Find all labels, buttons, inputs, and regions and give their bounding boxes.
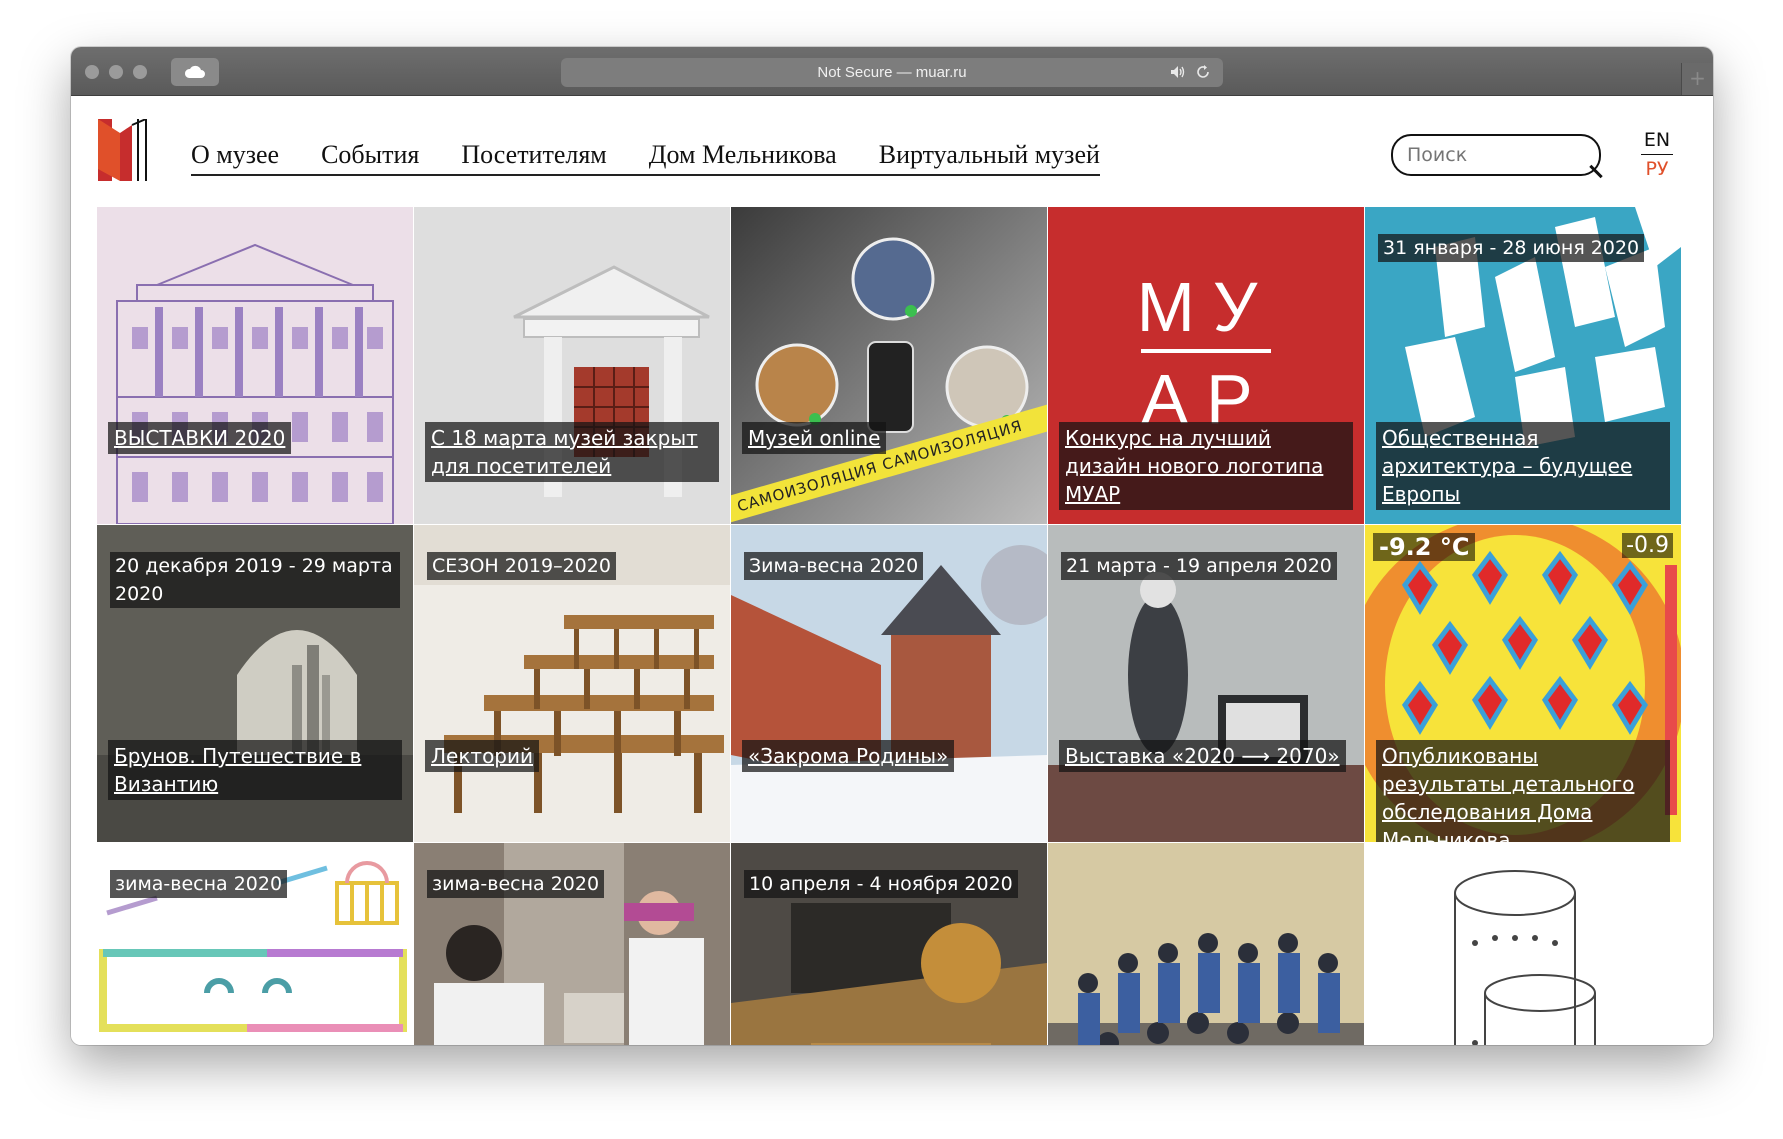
- tile-exhibitions-2020[interactable]: ВЫСТАВКИ 2020: [97, 207, 413, 524]
- nav-item-events[interactable]: События: [300, 136, 440, 174]
- muar-text-logo: МУ АР: [1136, 268, 1276, 438]
- browser-titlebar: Not Secure — muar.ru +: [71, 47, 1713, 96]
- tile-date: зима-весна 2020: [110, 870, 288, 898]
- tile-date: СЕЗОН 2019–2020: [427, 552, 616, 580]
- tile-caption[interactable]: Выставка «2020 ⟶ 2070»: [1059, 740, 1346, 772]
- tile-caption[interactable]: Общественная архитектура – будущее Европ…: [1376, 422, 1670, 510]
- tile-caption[interactable]: Музей online: [742, 422, 887, 454]
- tile-date: 10 апреля - 4 ноября 2020: [744, 870, 1018, 898]
- close-window-button[interactable]: [85, 65, 99, 79]
- speaker-icon[interactable]: [1169, 64, 1187, 80]
- tile-caption[interactable]: Опубликованы результаты детального обсле…: [1376, 740, 1670, 842]
- tile-melnikov-survey[interactable]: -9.2 °C -0.9 Опубликованы результаты дет…: [1365, 525, 1681, 842]
- tile-date: 31 января - 28 июня 2020: [1378, 234, 1645, 262]
- main-nav: О музее События Посетителям Дом Мельнико…: [191, 136, 1100, 176]
- icloud-tabs-button[interactable]: [171, 58, 219, 86]
- lang-en-link[interactable]: EN: [1639, 129, 1675, 151]
- tile-winter-spring-2[interactable]: зима-весна 2020: [414, 843, 730, 1045]
- nav-item-melnikov-house[interactable]: Дом Мельникова: [628, 136, 858, 174]
- tile-caption[interactable]: «Закрома Родины»: [742, 740, 955, 772]
- tile-winter-spring-1[interactable]: зима-весна 2020: [97, 843, 413, 1045]
- tile-tour-group[interactable]: [1048, 843, 1364, 1045]
- tile-date: 20 декабря 2019 - 29 марта 2020: [110, 552, 400, 608]
- tile-logo-contest[interactable]: МУ АР Конкурс на лучший дизайн нового ло…: [1048, 207, 1364, 524]
- address-bar[interactable]: Not Secure — muar.ru: [561, 58, 1223, 87]
- tile-lecture-hall[interactable]: СЕЗОН 2019–2020 Лекторий: [414, 525, 730, 842]
- nav-item-visitors[interactable]: Посетителям: [440, 136, 627, 174]
- tile-brunov[interactable]: 20 декабря 2019 - 29 марта 2020 Брунов. …: [97, 525, 413, 842]
- temperature-min: -9.2 °C: [1373, 533, 1476, 561]
- news-grid: ВЫСТАВКИ 2020 С 18 марта музей закрыт дл…: [97, 207, 1688, 1045]
- cloud-icon: [184, 65, 205, 78]
- nav-item-about[interactable]: О музее: [191, 136, 300, 174]
- tile-drawing[interactable]: [1365, 843, 1681, 1045]
- tile-caption[interactable]: Конкурс на лучший дизайн нового логотипа…: [1059, 422, 1353, 510]
- tile-exhibition-2070[interactable]: 21 марта - 19 апреля 2020 Выставка «2020…: [1048, 525, 1364, 842]
- tile-caption[interactable]: Лекторий: [425, 740, 540, 772]
- muar-logo-icon[interactable]: [98, 119, 150, 181]
- search-input[interactable]: [1391, 134, 1601, 176]
- minimize-window-button[interactable]: [109, 65, 123, 79]
- tile-caption[interactable]: С 18 марта музей закрыт для посетителей: [425, 422, 719, 482]
- tile-april-november[interactable]: 10 апреля - 4 ноября 2020: [731, 843, 1047, 1045]
- nav-item-virtual-museum[interactable]: Виртуальный музей: [858, 136, 1100, 174]
- browser-window: Not Secure — muar.ru + О музее События П…: [71, 47, 1713, 1045]
- tile-museum-online[interactable]: САМОИЗОЛЯЦИЯ САМОИЗОЛЯЦИЯ Музей online: [731, 207, 1047, 524]
- lang-ru-link[interactable]: РУ: [1639, 158, 1675, 180]
- new-tab-button[interactable]: +: [1681, 63, 1713, 95]
- web-page: О музее События Посетителям Дом Мельнико…: [71, 96, 1713, 1045]
- tile-caption[interactable]: ВЫСТАВКИ 2020: [108, 422, 292, 454]
- tile-public-architecture[interactable]: 31 января - 28 июня 2020 Общественная ар…: [1365, 207, 1681, 524]
- maximize-window-button[interactable]: [133, 65, 147, 79]
- address-text: Not Secure — muar.ru: [817, 64, 967, 81]
- reload-icon[interactable]: [1195, 64, 1211, 80]
- tile-date: зима-весна 2020: [427, 870, 605, 898]
- tile-zakroma[interactable]: Зима-весна 2020 «Закрома Родины»: [731, 525, 1047, 842]
- language-switcher: EN РУ: [1639, 129, 1675, 180]
- tile-date: 21 марта - 19 апреля 2020: [1061, 552, 1337, 580]
- tile-museum-closed[interactable]: С 18 марта музей закрыт для посетителей: [414, 207, 730, 524]
- tile-date: Зима-весна 2020: [744, 552, 924, 580]
- temperature-max: -0.9: [1622, 533, 1673, 558]
- tile-caption[interactable]: Брунов. Путешествие в Византию: [108, 740, 402, 800]
